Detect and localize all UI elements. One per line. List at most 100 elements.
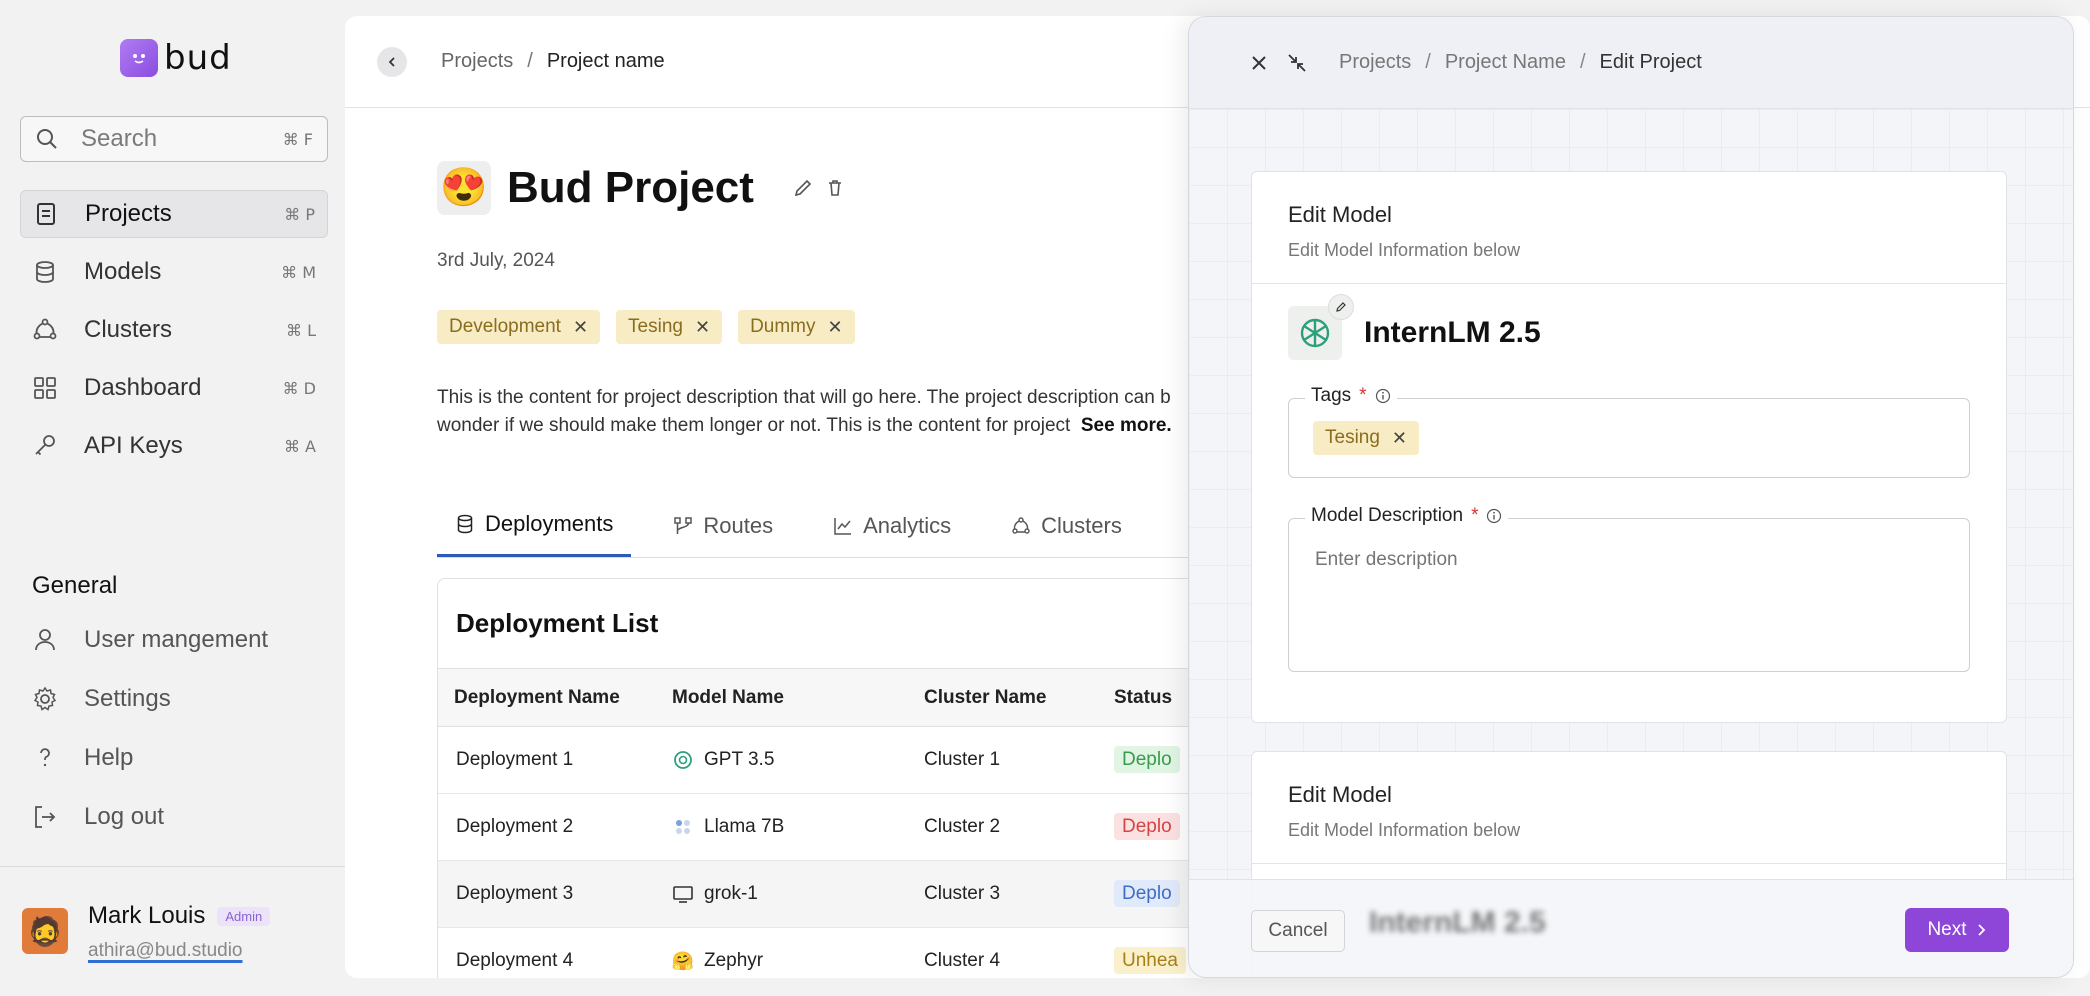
sidebar-item-label: Clusters: [84, 316, 173, 343]
pencil-icon[interactable]: [792, 177, 814, 199]
sidebar-item-logout[interactable]: Log out: [20, 793, 328, 841]
tag-chip: Tesing ✕: [1313, 421, 1420, 455]
main-nav: Projects ⌘ P Models ⌘ M Clusters ⌘ L Das…: [20, 190, 328, 480]
shortcut-label: ⌘ A: [283, 436, 316, 456]
column-header[interactable]: Deployment Name: [438, 687, 672, 709]
pencil-icon: [1336, 302, 1346, 312]
shortcut-label: ⌘ D: [282, 378, 316, 398]
sidebar-item-label: User mangement: [84, 626, 269, 653]
grid-icon: [34, 377, 56, 399]
project-header: 😍 Bud Project: [437, 161, 856, 215]
shortcut-label: ⌘ M: [281, 262, 316, 282]
search-icon: [37, 129, 57, 149]
sidebar-item-label: API Keys: [84, 432, 183, 459]
close-icon[interactable]: [1247, 51, 1271, 75]
next-button[interactable]: Next: [1905, 908, 2009, 952]
card-header: Edit Model Edit Model Information below: [1252, 172, 2006, 284]
sidebar-item-settings[interactable]: Settings: [20, 675, 328, 723]
tab-clusters[interactable]: Clusters: [993, 494, 1140, 557]
description-input[interactable]: [1315, 549, 1943, 615]
project-tags: Development ✕ Tesing ✕ Dummy ✕: [437, 310, 855, 344]
openai-icon: [1300, 318, 1330, 348]
status-badge: Unhea: [1114, 947, 1186, 974]
tab-routes[interactable]: Routes: [655, 494, 791, 557]
description-field[interactable]: Model Description *: [1288, 505, 1970, 672]
deployment-name: Deployment 2: [456, 816, 574, 837]
sidebar-item-dashboard[interactable]: Dashboard ⌘ D: [20, 364, 328, 412]
monitor-icon: [672, 883, 694, 905]
tag-chip: Development ✕: [437, 310, 601, 344]
deployment-name: Deployment 1: [456, 749, 574, 770]
back-button[interactable]: [377, 46, 407, 77]
tags-field[interactable]: Tags * Tesing ✕: [1288, 385, 1970, 478]
breadcrumb-project-name[interactable]: Project Name: [1445, 51, 1566, 74]
breadcrumb-projects[interactable]: Projects: [441, 50, 513, 73]
sidebar-item-api-keys[interactable]: API Keys ⌘ A: [20, 422, 328, 470]
breadcrumb-current: Project name: [546, 50, 665, 72]
info-icon[interactable]: [1486, 508, 1502, 524]
info-icon[interactable]: [1375, 388, 1391, 404]
edit-model-card: Edit Model Edit Model Information below …: [1251, 171, 2007, 723]
routes-icon: [674, 516, 693, 534]
close-icon[interactable]: ✕: [573, 317, 588, 338]
see-more-link[interactable]: See more.: [1081, 415, 1172, 436]
tab-label: Routes: [703, 512, 774, 538]
minimize-icon[interactable]: [1285, 51, 1309, 75]
model-name: grok-1: [704, 883, 758, 904]
tag-chip: Dummy ✕: [738, 310, 855, 344]
user-profile[interactable]: 🧔 Mark Louis Admin athira@bud.studio: [22, 902, 271, 962]
model-name: Llama 7B: [704, 816, 785, 837]
sidebar-item-label: Dashboard: [84, 374, 202, 401]
model-header: InternLM 2.5: [1252, 284, 2006, 360]
sidebar-item-models[interactable]: Models ⌘ M: [20, 248, 328, 296]
user-email: athira@bud.studio: [88, 940, 243, 961]
trash-icon[interactable]: [824, 177, 846, 199]
blurred-model-name: InternLM 2.5: [1369, 906, 1546, 939]
deployment-name: Deployment 3: [456, 883, 574, 904]
database-icon: [457, 514, 473, 534]
cluster-name: Cluster 1: [924, 749, 1001, 770]
tab-deployments[interactable]: Deployments: [437, 494, 632, 557]
project-date: 3rd July, 2024: [437, 250, 555, 271]
project-emoji[interactable]: 😍: [437, 161, 491, 215]
model-name: Zephyr: [704, 950, 764, 971]
tab-analytics[interactable]: Analytics: [815, 494, 969, 557]
tab-label: Clusters: [1041, 512, 1122, 538]
cluster-icon: [33, 318, 57, 340]
breadcrumb-projects[interactable]: Projects: [1339, 51, 1411, 74]
edit-logo-button[interactable]: [1328, 294, 1354, 320]
model-logo: [1288, 294, 1354, 360]
document-icon: [37, 203, 55, 225]
avatar: 🧔: [22, 908, 68, 954]
status-badge: Deplo: [1114, 880, 1180, 907]
close-icon[interactable]: ✕: [828, 317, 843, 338]
cancel-button[interactable]: Cancel: [1251, 910, 1345, 952]
page-title: Bud Project: [507, 163, 754, 212]
chevron-right-icon: [1977, 924, 1985, 936]
sidebar-item-label: Log out: [84, 803, 165, 830]
search-placeholder: Search: [81, 125, 158, 152]
status-badge: Deplo: [1114, 746, 1180, 773]
next-label: Next: [1927, 919, 1967, 940]
column-header[interactable]: Model Name: [672, 687, 924, 709]
sidebar-item-clusters[interactable]: Clusters ⌘ L: [20, 306, 328, 354]
shortcut-label: ⌘ P: [284, 204, 315, 224]
gear-icon: [33, 686, 57, 711]
sidebar-item-user-management[interactable]: User mangement: [20, 616, 328, 664]
sidebar-item-projects[interactable]: Projects ⌘ P: [20, 190, 328, 238]
drawer-header: Projects / Project Name / Edit Project: [1189, 17, 2073, 109]
hugging-face-icon: 🤗: [671, 950, 695, 971]
search-input[interactable]: Search ⌘ F: [20, 116, 328, 162]
breadcrumb: Projects / Project Name / Edit Project: [1339, 51, 1702, 74]
close-icon[interactable]: ✕: [695, 317, 710, 338]
status-badge: Deplo: [1114, 813, 1180, 840]
meta-icon: [672, 816, 694, 838]
column-header[interactable]: Cluster Name: [924, 687, 1114, 709]
chart-line-icon: [834, 517, 852, 535]
logout-icon: [35, 806, 56, 828]
sidebar-item-help[interactable]: Help: [20, 734, 328, 782]
close-icon[interactable]: ✕: [1392, 428, 1407, 449]
breadcrumb-current: Edit Project: [1599, 51, 1702, 73]
brand-logo[interactable]: bud: [120, 38, 232, 78]
sidebar-divider: [0, 866, 345, 867]
